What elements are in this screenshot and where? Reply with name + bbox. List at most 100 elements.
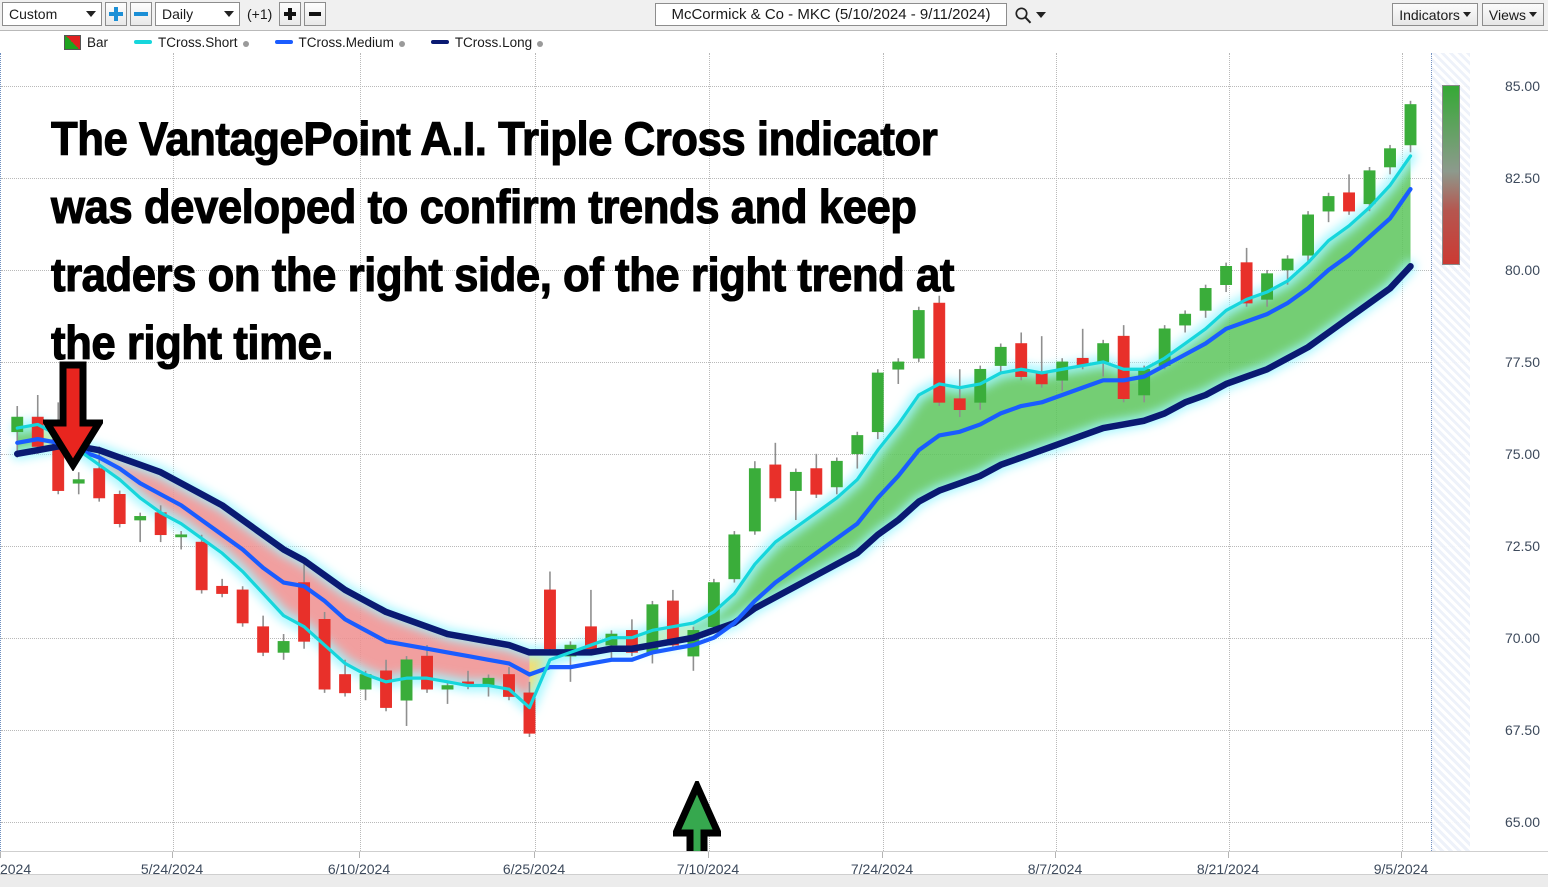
date-axis-tick [1055, 852, 1056, 858]
chevron-down-icon [1462, 12, 1471, 17]
candle-body [728, 534, 741, 580]
annotation-line-2: was developed to confirm trends and keep [50, 179, 917, 233]
indicators-button-label: Indicators [1399, 6, 1460, 23]
candle-body [1220, 265, 1233, 285]
date-axis-tick [534, 852, 535, 858]
date-axis-tick [359, 852, 360, 858]
price-chart-plot[interactable]: The VantagePoint A.I. Triple Cross indic… [0, 53, 1471, 851]
candle-body [707, 582, 720, 627]
candle-body [339, 674, 352, 694]
candle-body [810, 468, 823, 495]
status-bar [0, 874, 1548, 887]
price-axis-label: 72.50 [1504, 537, 1540, 554]
legend-item-bar[interactable]: Bar [64, 34, 109, 50]
minus-icon [134, 12, 148, 16]
candle-body [789, 471, 802, 491]
candle-body [195, 541, 208, 591]
chart-legend: Bar TCross.Short TCross.Medium TCross.Long [0, 31, 1548, 53]
legend-item-tcross-medium[interactable]: TCross.Medium [274, 34, 405, 50]
price-axis: 85.00 82.50 80.00 77.50 75.00 72.50 70.00 67.50… [1470, 53, 1548, 851]
forecast-add-button[interactable] [279, 2, 302, 26]
candle-body [236, 589, 249, 624]
forecast-strength-bar [1442, 85, 1460, 265]
chart-toolbar: Custom Daily (+1) McCormick & Co - MKC (… [0, 0, 1548, 31]
price-axis-label: 77.50 [1504, 353, 1540, 370]
legend-settings-dot-icon[interactable] [398, 40, 405, 47]
zoom-in-button[interactable] [105, 2, 127, 26]
legend-item-label: TCross.Medium [298, 34, 394, 50]
candle-body [830, 460, 843, 488]
red-down-arrow [40, 361, 106, 472]
candle-body [1322, 196, 1335, 212]
candle-body [318, 619, 331, 690]
date-axis-tick [882, 852, 883, 858]
chevron-down-icon [1529, 12, 1537, 17]
candle-body [441, 685, 454, 690]
date-axis-tick [0, 852, 1, 858]
candle-body [93, 468, 106, 499]
bar-swatch-icon [64, 34, 81, 50]
candle-body [134, 516, 147, 521]
date-axis-tick [172, 852, 173, 858]
candle-body [380, 670, 392, 708]
indicators-button[interactable]: Indicators [1392, 3, 1478, 26]
price-axis-label: 70.00 [1504, 629, 1540, 646]
legend-item-label: TCross.Long [454, 34, 533, 50]
legend-item-label: TCross.Short [158, 34, 238, 50]
green-up-arrow [670, 777, 724, 851]
line-swatch-icon [430, 40, 449, 44]
plus-icon [109, 7, 123, 21]
price-axis-label: 80.00 [1504, 261, 1540, 278]
legend-item-tcross-long[interactable]: TCross.Long [430, 34, 544, 50]
price-axis-label: 67.50 [1504, 721, 1540, 738]
forecast-remove-button[interactable] [304, 2, 327, 26]
range-select[interactable]: Custom [2, 2, 102, 26]
line-swatch-icon [134, 40, 153, 44]
legend-item-label: Bar [87, 34, 109, 50]
candle-body [769, 464, 782, 499]
timeframe-select[interactable]: Daily [155, 2, 240, 26]
annotation-line-4: the right time. [50, 315, 334, 369]
search-icon[interactable] [1014, 6, 1032, 24]
candle-body [544, 589, 556, 650]
date-axis-tick [708, 852, 709, 858]
views-button[interactable]: Views [1481, 3, 1544, 26]
line-swatch-icon [274, 40, 293, 44]
candle-body [953, 398, 966, 411]
range-select-value: Custom [9, 6, 58, 22]
candle-body [113, 493, 126, 525]
plus-icon [284, 8, 297, 20]
candle-body [871, 372, 884, 433]
legend-settings-dot-icon[interactable] [242, 40, 249, 47]
candle-body [748, 468, 761, 532]
offset-label: (+1) [247, 6, 273, 22]
vantagepoint-chart-window: Custom Daily (+1) McCormick & Co - MKC (… [0, 0, 1548, 887]
legend-settings-dot-icon[interactable] [537, 40, 544, 47]
price-axis-label: 75.00 [1504, 445, 1540, 462]
candle-body [1343, 192, 1355, 212]
candle-body [1384, 148, 1396, 168]
candle-body [1261, 273, 1274, 300]
date-axis-tick [1228, 852, 1229, 858]
candle-body [1363, 170, 1376, 205]
search-dropdown-caret-icon[interactable] [1036, 12, 1046, 18]
candle-body [851, 435, 864, 455]
candle-body [257, 626, 270, 653]
candle-body [1302, 214, 1314, 256]
zoom-out-button[interactable] [130, 2, 152, 26]
price-axis-label: 65.00 [1504, 813, 1540, 830]
price-axis-label: 82.50 [1504, 170, 1540, 187]
candle-body [72, 479, 85, 484]
candle-body [216, 585, 229, 594]
views-button-label: Views [1488, 6, 1526, 23]
candle-body [421, 655, 433, 690]
timeframe-select-value: Daily [162, 6, 194, 22]
legend-item-tcross-short[interactable]: TCross.Short [134, 35, 249, 50]
chevron-down-icon [81, 3, 101, 25]
price-axis-label: 85.00 [1504, 78, 1540, 95]
candle-body [1199, 288, 1212, 311]
symbol-input[interactable]: McCormick & Co - MKC (5/10/2024 - 9/11/2… [655, 3, 1007, 26]
minus-icon [309, 12, 322, 16]
date-axis-tick [1401, 852, 1402, 858]
annotation-text: The VantagePoint A.I. Triple Cross indic… [50, 105, 1195, 377]
